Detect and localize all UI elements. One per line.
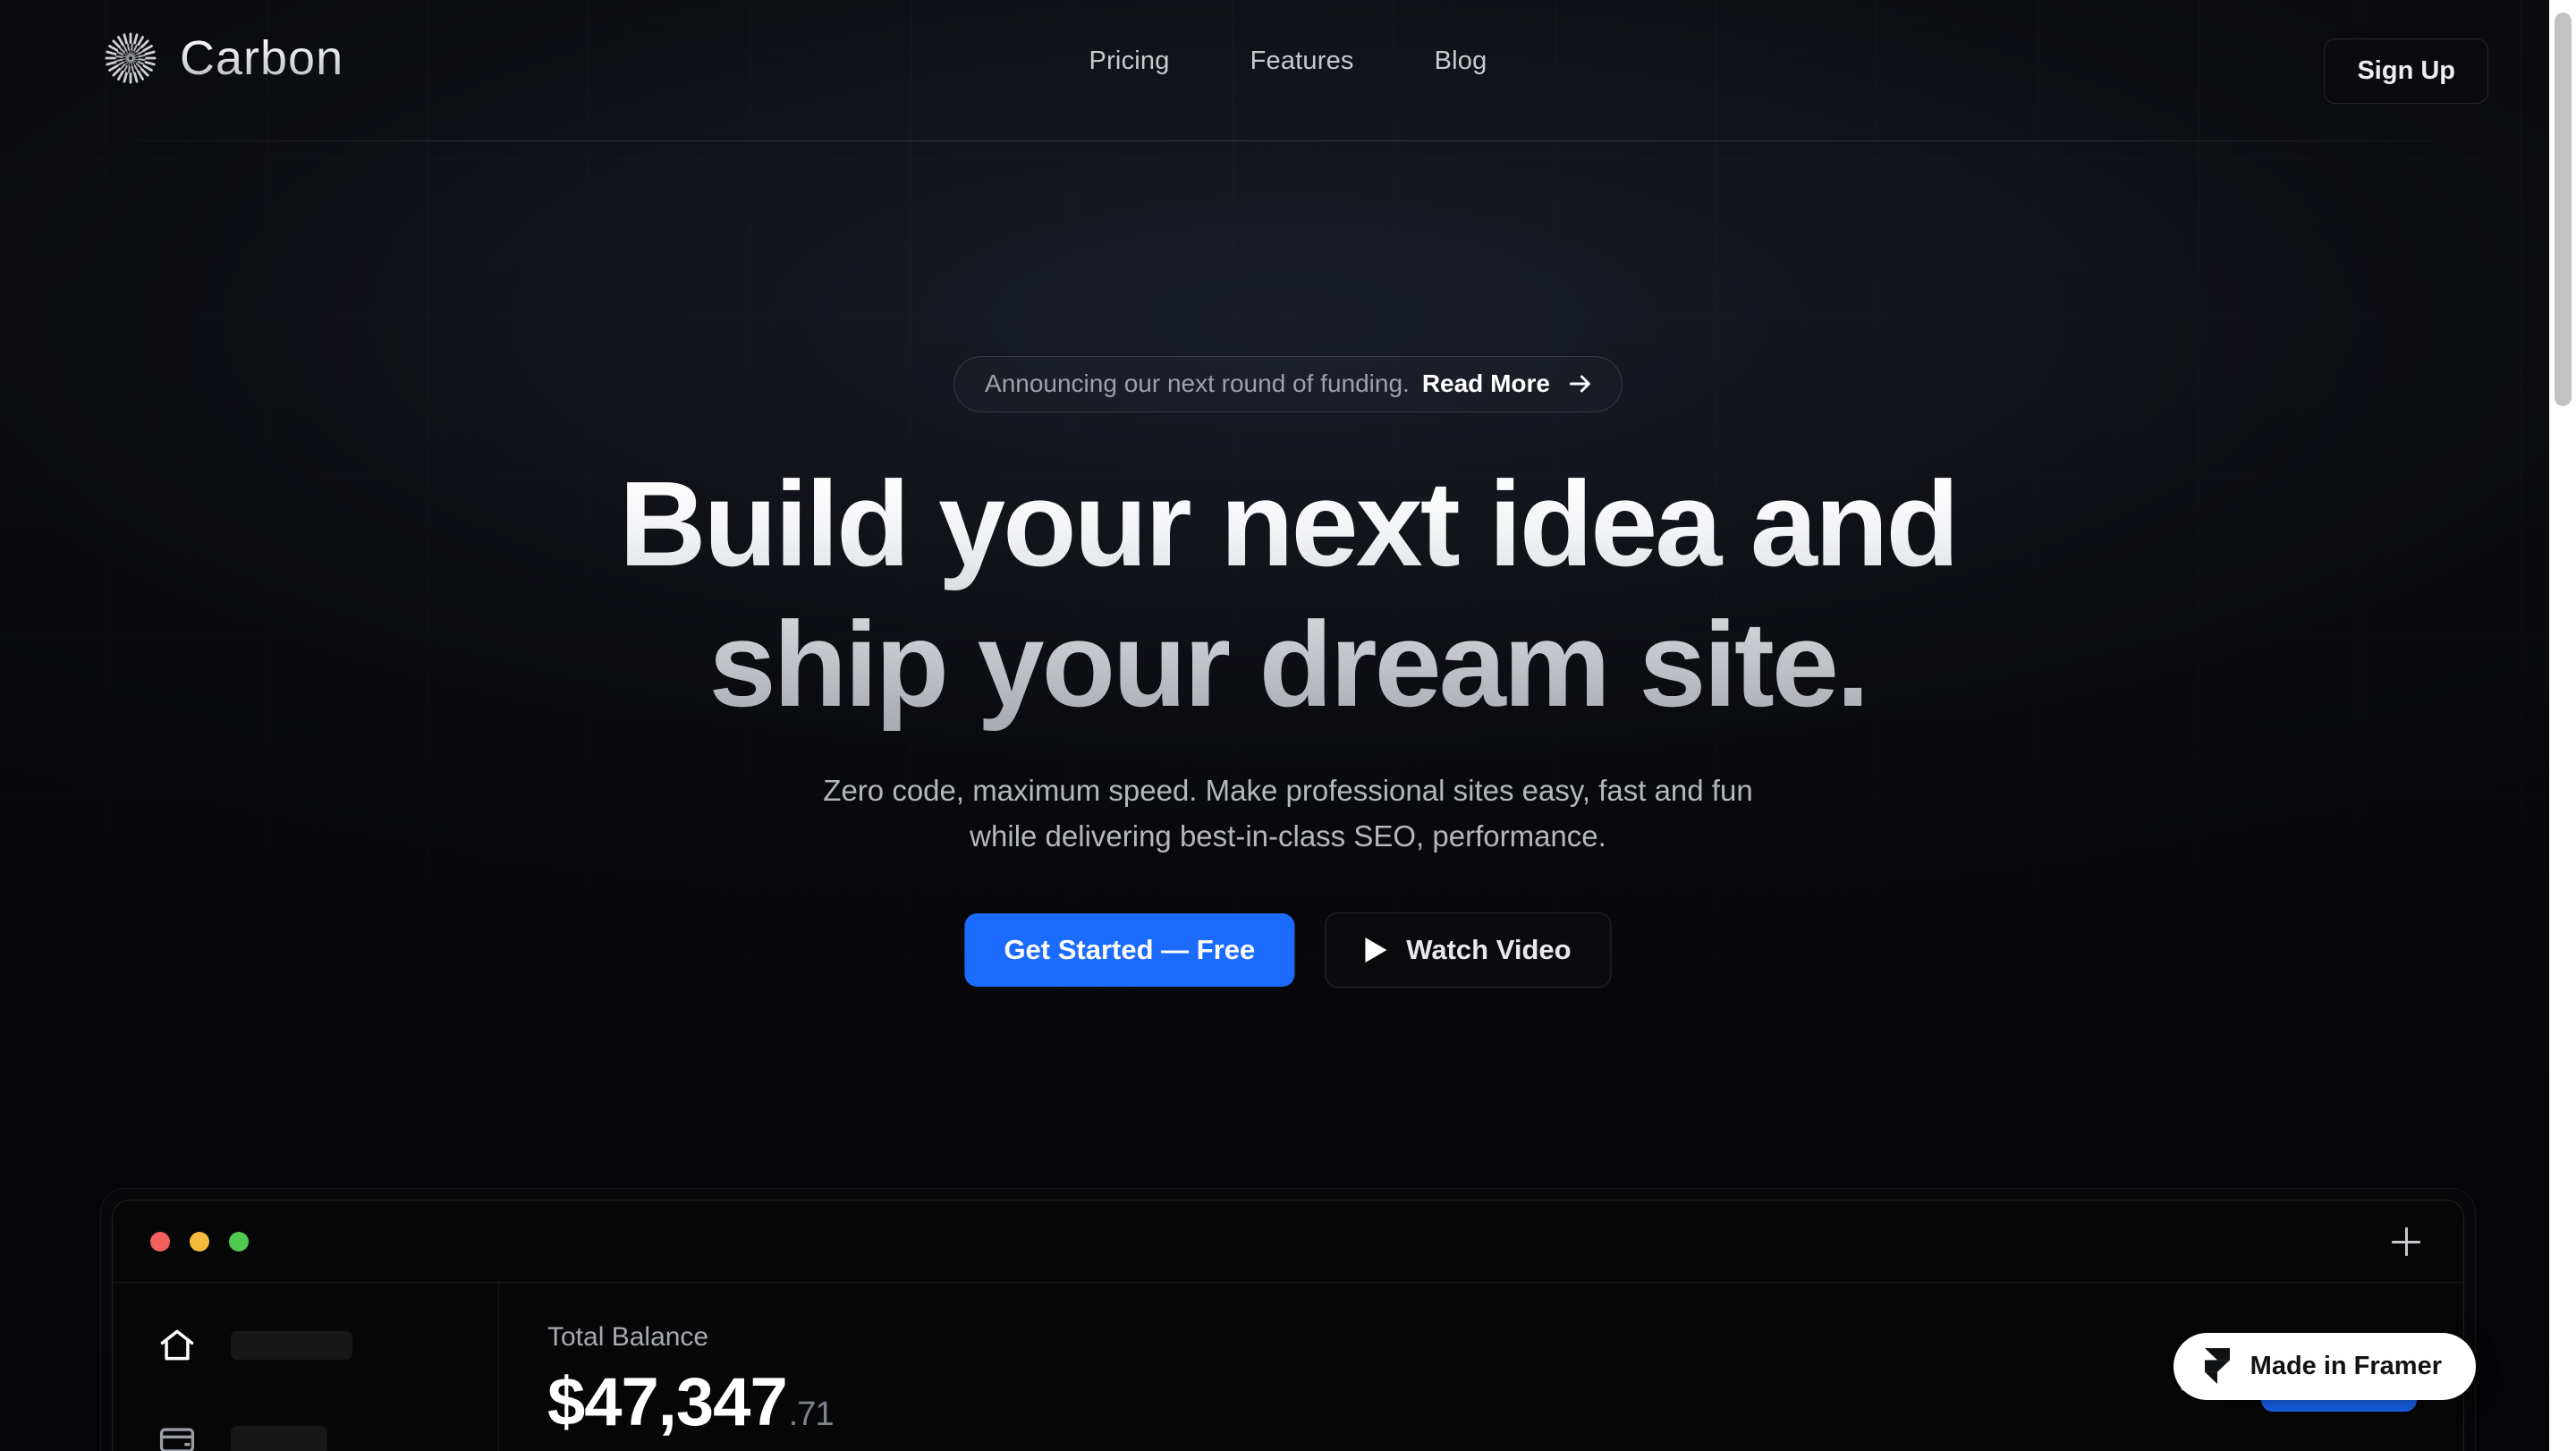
subtitle-line-1: Zero code, maximum speed. Make professio… — [823, 774, 1753, 807]
sidebar-item-cards[interactable] — [157, 1421, 498, 1451]
dashboard-main-panel: Total Balance $47,347.71 View All — [499, 1283, 2463, 1451]
announcement-text: Announcing our next round of funding. — [985, 369, 1410, 397]
get-started-button[interactable]: Get Started — Free — [964, 913, 1295, 987]
arrow-right-icon — [1569, 375, 1590, 393]
sidebar-label-placeholder — [231, 1426, 327, 1451]
minimize-window-dot[interactable] — [190, 1231, 209, 1252]
made-in-framer-label: Made in Framer — [2250, 1351, 2442, 1380]
site-header: Carbon Pricing Features Blog Sign Up — [0, 0, 2576, 141]
brand-name: Carbon — [180, 31, 344, 85]
hero-cta-row: Get Started — Free Watch Video — [964, 912, 1612, 988]
starburst-logo-icon — [105, 32, 157, 84]
plus-icon[interactable] — [2386, 1222, 2426, 1261]
nav-item-blog[interactable]: Blog — [1435, 47, 1487, 76]
balance-amount: $47,347 — [547, 1364, 788, 1440]
watch-video-button[interactable]: Watch Video — [1325, 912, 1612, 988]
credit-card-icon — [159, 1428, 195, 1451]
announcement-banner[interactable]: Announcing our next round of funding. Re… — [953, 356, 1623, 412]
framer-logo-icon — [2204, 1348, 2230, 1384]
traffic-lights — [150, 1231, 249, 1252]
hero-subtitle: Zero code, maximum speed. Make professio… — [0, 768, 2576, 859]
scrollbar-thumb[interactable] — [2555, 13, 2572, 406]
watch-video-label: Watch Video — [1406, 934, 1572, 965]
dashboard-body: Total Balance $47,347.71 View All — [113, 1283, 2463, 1451]
dashboard-mockup-frame: Total Balance $47,347.71 View All — [100, 1188, 2476, 1451]
home-icon — [160, 1329, 194, 1361]
play-icon — [1365, 938, 1387, 963]
page-title: Build your next idea and ship your dream… — [0, 454, 2576, 734]
window-titlebar — [113, 1201, 2463, 1283]
close-window-dot[interactable] — [150, 1231, 170, 1252]
dashboard-sidebar — [113, 1283, 499, 1451]
total-balance-value: $47,347.71 — [547, 1363, 2417, 1441]
dashboard-window: Total Balance $47,347.71 View All — [112, 1200, 2464, 1451]
announcement-read-more-link[interactable]: Read More — [1422, 369, 1550, 398]
subtitle-line-2: while delivering best-in-class SEO, perf… — [970, 819, 1606, 853]
sidebar-item-home[interactable] — [157, 1326, 498, 1365]
nav-item-pricing[interactable]: Pricing — [1089, 47, 1170, 76]
headline-line-2: ship your dream site. — [708, 596, 1868, 732]
sign-up-button[interactable]: Sign Up — [2324, 38, 2488, 104]
brand-logo-link[interactable]: Carbon — [103, 30, 343, 86]
nav-item-features[interactable]: Features — [1250, 47, 1354, 76]
main-nav: Pricing Features Blog — [1089, 47, 1487, 76]
total-balance-label: Total Balance — [547, 1322, 709, 1352]
made-in-framer-badge[interactable]: Made in Framer — [2173, 1333, 2476, 1400]
scrollbar-track[interactable] — [2549, 0, 2576, 1451]
sidebar-label-placeholder — [231, 1331, 352, 1360]
balance-cents: .71 — [788, 1396, 835, 1433]
header-divider — [0, 140, 2576, 141]
headline-line-1: Build your next idea and — [619, 456, 1957, 591]
maximize-window-dot[interactable] — [229, 1231, 249, 1252]
